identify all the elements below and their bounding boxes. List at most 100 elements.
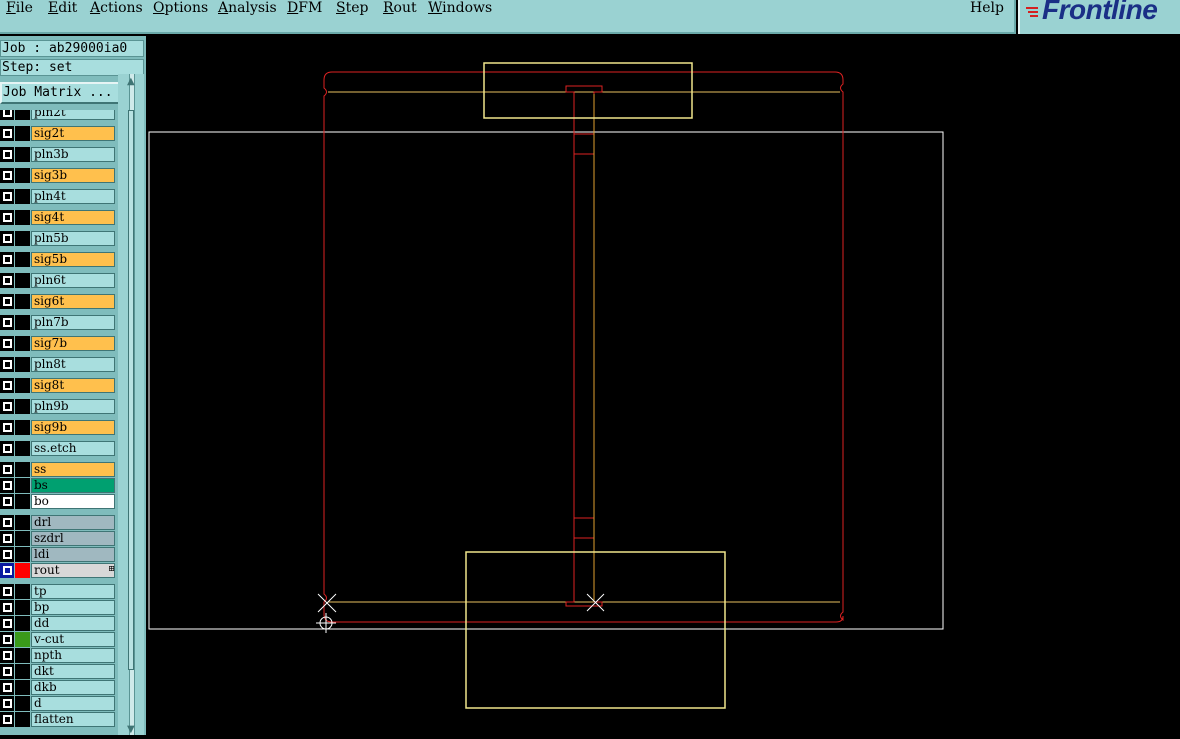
layer-color-swatch[interactable]	[15, 231, 30, 246]
layer-name[interactable]: sig2t	[31, 126, 115, 141]
layer-row-sig3b[interactable]: sig3b	[0, 168, 116, 183]
layer-color-swatch[interactable]	[15, 399, 30, 414]
menu-rout[interactable]: Rout	[383, 0, 417, 16]
layer-checkbox[interactable]	[0, 632, 14, 647]
layer-name[interactable]: ss	[31, 462, 115, 477]
layer-checkbox[interactable]	[0, 252, 14, 267]
layer-name[interactable]: pln8t	[31, 357, 115, 372]
layer-checkbox[interactable]	[0, 378, 14, 393]
layer-row-ss[interactable]: ss	[0, 462, 116, 477]
layer-color-swatch[interactable]	[15, 315, 30, 330]
layer-checkbox[interactable]	[0, 336, 14, 351]
layer-row-sig7b[interactable]: sig7b	[0, 336, 116, 351]
layer-checkbox[interactable]	[0, 696, 14, 711]
layer-color-swatch[interactable]	[15, 336, 30, 351]
layer-checkbox[interactable]	[0, 315, 14, 330]
layer-checkbox[interactable]	[0, 110, 14, 120]
layer-row-sig2t[interactable]: sig2t	[0, 126, 116, 141]
layer-color-swatch[interactable]	[15, 680, 30, 695]
layer-row-pln3b[interactable]: pln3b	[0, 147, 116, 162]
layer-name[interactable]: npth	[31, 648, 115, 663]
graphics-canvas[interactable]	[146, 36, 1180, 735]
layer-color-swatch[interactable]	[15, 252, 30, 267]
layer-checkbox[interactable]	[0, 494, 14, 509]
menu-file[interactable]: File	[6, 0, 33, 16]
layer-color-swatch[interactable]	[15, 664, 30, 679]
layer-row-pln2t[interactable]: pln2t	[0, 110, 116, 120]
layer-name[interactable]: szdrl	[31, 531, 115, 546]
layer-name[interactable]: pln9b	[31, 399, 115, 414]
layer-color-swatch[interactable]	[15, 632, 30, 647]
layer-checkbox[interactable]	[0, 420, 14, 435]
layer-name[interactable]: pln6t	[31, 273, 115, 288]
layer-list-scrollbar[interactable]: ▲ ▼	[118, 74, 144, 735]
layer-checkbox[interactable]	[0, 648, 14, 663]
layer-name[interactable]: drl	[31, 515, 115, 530]
layer-checkbox[interactable]	[0, 478, 14, 493]
layer-name[interactable]: dkt	[31, 664, 115, 679]
layer-color-swatch[interactable]	[15, 515, 30, 530]
menu-analysis[interactable]: Analysis	[218, 0, 277, 16]
layer-row-pln9b[interactable]: pln9b	[0, 399, 116, 414]
layer-checkbox[interactable]	[0, 357, 14, 372]
layer-color-swatch[interactable]	[15, 696, 30, 711]
layer-name[interactable]: pln3b	[31, 147, 115, 162]
layer-name[interactable]: ldi	[31, 547, 115, 562]
layer-row-ss.etch[interactable]: ss.etch	[0, 441, 116, 456]
layer-checkbox[interactable]	[0, 273, 14, 288]
layer-checkbox[interactable]	[0, 563, 14, 578]
menu-options[interactable]: Options	[153, 0, 208, 16]
layer-row-rout[interactable]: rout ⊞	[0, 563, 116, 578]
layer-checkbox[interactable]	[0, 441, 14, 456]
layer-name[interactable]: bs	[31, 478, 115, 493]
layer-row-d[interactable]: d	[0, 696, 116, 711]
layer-name[interactable]: ss.etch	[31, 441, 115, 456]
layer-name[interactable]: pln2t	[31, 110, 115, 120]
layer-name[interactable]: v-cut	[31, 632, 115, 647]
layer-row-bs[interactable]: bs	[0, 478, 116, 493]
layer-row-pln6t[interactable]: pln6t	[0, 273, 116, 288]
scroll-up-arrow-icon[interactable]: ▲	[127, 76, 135, 87]
layer-color-swatch[interactable]	[15, 648, 30, 663]
layer-color-swatch[interactable]	[15, 441, 30, 456]
layer-color-swatch[interactable]	[15, 189, 30, 204]
layer-row-drl[interactable]: drl	[0, 515, 116, 530]
layer-row-bp[interactable]: bp	[0, 600, 116, 615]
layer-row-sig5b[interactable]: sig5b	[0, 252, 116, 267]
layer-color-swatch[interactable]	[15, 110, 30, 120]
layer-color-swatch[interactable]	[15, 584, 30, 599]
layer-checkbox[interactable]	[0, 126, 14, 141]
scroll-down-arrow-icon[interactable]: ▼	[127, 724, 135, 735]
menu-dfm[interactable]: DFM	[287, 0, 322, 16]
layer-name[interactable]: bo	[31, 494, 115, 509]
layer-color-swatch[interactable]	[15, 462, 30, 477]
layer-row-bo[interactable]: bo	[0, 494, 116, 509]
layer-row-sig9b[interactable]: sig9b	[0, 420, 116, 435]
layer-row-flatten[interactable]: flatten	[0, 712, 116, 727]
scrollbar-thumb[interactable]	[128, 110, 134, 670]
layer-checkbox[interactable]	[0, 210, 14, 225]
layer-color-swatch[interactable]	[15, 600, 30, 615]
layer-row-sig8t[interactable]: sig8t	[0, 378, 116, 393]
layer-name[interactable]: pln7b	[31, 315, 115, 330]
layer-checkbox[interactable]	[0, 231, 14, 246]
layer-row-dkt[interactable]: dkt	[0, 664, 116, 679]
layer-color-swatch[interactable]	[15, 294, 30, 309]
layer-color-swatch[interactable]	[15, 378, 30, 393]
layer-checkbox[interactable]	[0, 584, 14, 599]
layer-color-swatch[interactable]	[15, 547, 30, 562]
layer-name[interactable]: tp	[31, 584, 115, 599]
layer-color-swatch[interactable]	[15, 563, 30, 578]
layer-checkbox[interactable]	[0, 294, 14, 309]
layer-name[interactable]: pln5b	[31, 231, 115, 246]
layer-row-ldi[interactable]: ldi	[0, 547, 116, 562]
menu-edit[interactable]: Edit	[48, 0, 77, 16]
layer-color-swatch[interactable]	[15, 126, 30, 141]
layer-name[interactable]: sig6t	[31, 294, 115, 309]
layer-name[interactable]: dkb	[31, 680, 115, 695]
layer-checkbox[interactable]	[0, 515, 14, 530]
menu-windows[interactable]: Windows	[428, 0, 492, 16]
menu-help[interactable]: Help	[970, 0, 1004, 16]
layer-checkbox[interactable]	[0, 189, 14, 204]
layer-row-sig6t[interactable]: sig6t	[0, 294, 116, 309]
